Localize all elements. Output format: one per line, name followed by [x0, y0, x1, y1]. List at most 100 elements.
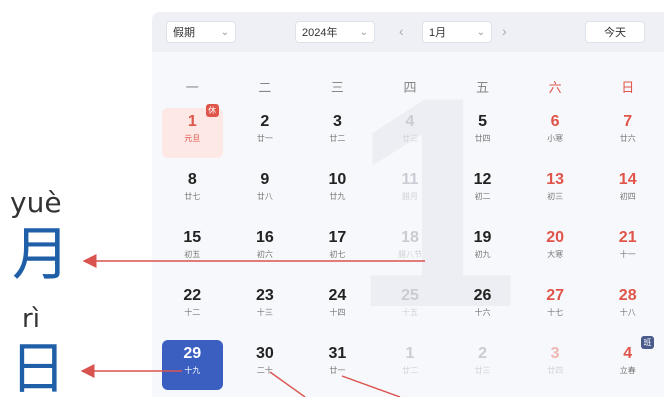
lunar-date: 廿四 — [547, 366, 564, 375]
lunar-date: 大寒 — [547, 250, 564, 259]
day-cell[interactable]: 4 廿三 — [380, 108, 441, 158]
day-number: 16 — [255, 229, 274, 246]
day-cell[interactable]: 16 初六 — [235, 224, 296, 274]
lunar-date: 腊八节 — [397, 250, 422, 259]
weekday-label: 四 — [403, 80, 417, 95]
day-cell[interactable]: 23 十三 — [235, 282, 296, 332]
lunar-date: 十八 — [619, 308, 636, 317]
day-hanzi: 日 — [10, 337, 66, 397]
day-cell[interactable]: 11 腊月 — [380, 166, 441, 216]
chevron-down-icon: ⌄ — [359, 26, 368, 38]
lunar-date: 廿一 — [256, 134, 273, 143]
day-cell[interactable]: 21 十一 — [597, 224, 658, 274]
lunar-date: 廿四 — [474, 134, 491, 143]
day-number: 3 — [332, 113, 342, 130]
day-cell[interactable]: 24 十四 — [307, 282, 368, 332]
month-select[interactable]: 1月 ⌄ — [422, 21, 492, 43]
weekday-label: 日 — [621, 80, 635, 95]
month-select-value: 1月 — [429, 27, 447, 39]
lunar-date: 廿二 — [401, 366, 418, 375]
day-number: 29 — [183, 345, 202, 362]
day-cell[interactable]: 27 十七 — [525, 282, 586, 332]
day-cell[interactable]: 9 廿八 — [235, 166, 296, 216]
rest-day-badge: 休 — [205, 104, 219, 117]
lunar-date: 腊月 — [401, 192, 418, 201]
lunar-date: 十四 — [329, 308, 346, 317]
day-cell[interactable]: 1 廿二 — [380, 340, 441, 390]
day-cell[interactable]: 3 廿四 — [525, 340, 586, 390]
day-cell[interactable]: 6 小寒 — [525, 108, 586, 158]
day-number: 21 — [618, 229, 637, 246]
day-number: 8 — [187, 171, 197, 188]
day-number: 28 — [618, 287, 637, 304]
day-cell-selected[interactable]: 29 十九 — [162, 340, 223, 390]
lunar-date: 初二 — [474, 192, 491, 201]
lunar-date: 十九 — [184, 366, 201, 375]
lunar-date: 廿七 — [184, 192, 201, 201]
work-day-badge: 班 — [640, 336, 654, 349]
day-cell[interactable]: 13 初三 — [525, 166, 586, 216]
chevron-right-icon[interactable]: › — [502, 23, 507, 39]
day-cell[interactable]: 28 十八 — [597, 282, 658, 332]
day-cell[interactable]: 26 十六 — [452, 282, 513, 332]
year-select[interactable]: 2024年 ⌄ — [295, 21, 375, 43]
day-number: 23 — [255, 287, 274, 304]
today-button[interactable]: 今天 — [585, 21, 645, 43]
day-cell[interactable]: 8 廿七 — [162, 166, 223, 216]
day-number: 20 — [546, 229, 565, 246]
day-cell[interactable]: 20 大寒 — [525, 224, 586, 274]
day-cell[interactable]: 3 廿二 — [307, 108, 368, 158]
weekday-label: 一 — [185, 80, 199, 95]
day-number: 31 — [328, 345, 347, 362]
day-cell[interactable]: 10 廿九 — [307, 166, 368, 216]
month-hanzi: 月 — [12, 220, 71, 288]
day-cell[interactable]: 25 十五 — [380, 282, 441, 332]
day-number: 12 — [473, 171, 492, 188]
day-cell[interactable]: 18 腊八节 — [380, 224, 441, 274]
day-cell[interactable]: 19 初九 — [452, 224, 513, 274]
day-number: 7 — [623, 113, 633, 130]
lunar-date: 立春 — [619, 366, 636, 375]
month-pinyin: yuè — [10, 186, 62, 219]
day-number: 22 — [183, 287, 202, 304]
day-number: 26 — [473, 287, 492, 304]
day-cell[interactable]: 14 初四 — [597, 166, 658, 216]
day-cell[interactable]: 30 二十 — [235, 340, 296, 390]
day-number: 24 — [328, 287, 347, 304]
lunar-date: 十一 — [619, 250, 636, 259]
day-cell[interactable]: 2 廿三 — [452, 340, 513, 390]
lunar-date: 廿三 — [401, 134, 418, 143]
holiday-select[interactable]: 假期 ⌄ — [166, 21, 236, 43]
lunar-date: 廿九 — [329, 192, 346, 201]
day-number: 13 — [546, 171, 565, 188]
day-cell[interactable]: 2 廿一 — [235, 108, 296, 158]
holiday-select-label: 假期 — [173, 27, 195, 39]
day-cell[interactable]: 1 元旦休 — [162, 104, 223, 158]
lunar-date: 初七 — [329, 250, 346, 259]
day-cell[interactable]: 12 初二 — [452, 166, 513, 216]
lunar-date: 元旦 — [184, 134, 201, 143]
day-cell[interactable]: 5 廿四 — [452, 108, 513, 158]
day-cell[interactable]: 15 初五 — [162, 224, 223, 274]
lunar-date: 廿八 — [256, 192, 273, 201]
lunar-date: 初三 — [547, 192, 564, 201]
day-number: 1 — [405, 345, 415, 362]
lunar-date: 廿一 — [329, 366, 346, 375]
calendar-widget: 1 假期 ⌄ 2024年 ⌄ ‹ 1月 ⌄ › 今天 一 二 三 四 五 六 日 1 元旦 休 2… — [152, 12, 664, 397]
day-cell[interactable]: 31 廿一 — [307, 340, 368, 390]
lunar-date: 十二 — [184, 308, 201, 317]
day-cell[interactable]: 17 初七 — [307, 224, 368, 274]
lunar-date: 初九 — [474, 250, 491, 259]
day-number: 3 — [550, 345, 560, 362]
day-cell[interactable]: 4 立春班 — [597, 336, 658, 390]
day-grid: 1 元旦 休 2 廿一 3 廿二 4 廿三 5 廿四 6 小寒 7 廿六 8 廿七 9 廿八 10 廿九 11 腊月 12 初二… — [156, 104, 664, 394]
day-cell[interactable]: 22 十二 — [162, 282, 223, 332]
day-cell[interactable]: 7 廿六 — [597, 108, 658, 158]
lunar-date: 初六 — [256, 250, 273, 259]
calendar-grid: 一 二 三 四 五 六 日 1 元旦 休 2 廿一 3 廿二 4 廿三 5 廿四 6 小寒 7 廿六 8 廿七 9 廿八 10 廿九… — [156, 74, 664, 394]
day-number: 19 — [473, 229, 492, 246]
weekday-label: 六 — [548, 80, 562, 95]
weekday-label: 二 — [258, 80, 272, 95]
lunar-date: 初五 — [184, 250, 201, 259]
chevron-left-icon[interactable]: ‹ — [399, 23, 404, 39]
